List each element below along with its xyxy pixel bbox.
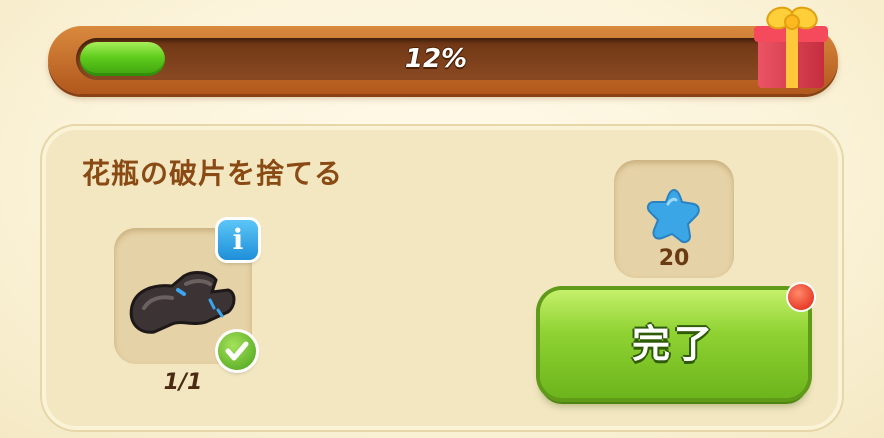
- check-icon: [218, 332, 256, 370]
- complete-button[interactable]: 完了: [540, 290, 808, 398]
- complete-button-label: 完了: [631, 322, 716, 366]
- reward-amount-label: 20: [658, 246, 690, 271]
- notification-dot-icon: [788, 284, 814, 310]
- info-button[interactable]: i: [218, 220, 258, 260]
- gift-box-icon[interactable]: [748, 0, 832, 92]
- progress-bar: 12%: [48, 26, 838, 94]
- quest-panel: 花瓶の破片を捨てる i 1/1 20 完了: [46, 130, 838, 426]
- item-count-label: 1/1: [163, 370, 203, 395]
- progress-percent-label: 12%: [404, 44, 468, 74]
- progress-track: 12%: [76, 38, 796, 80]
- quest-screen: 12% 花瓶の破片を捨てる i 1/1 20 完了: [0, 0, 884, 438]
- quest-title: 花瓶の破片を捨てる: [82, 157, 344, 190]
